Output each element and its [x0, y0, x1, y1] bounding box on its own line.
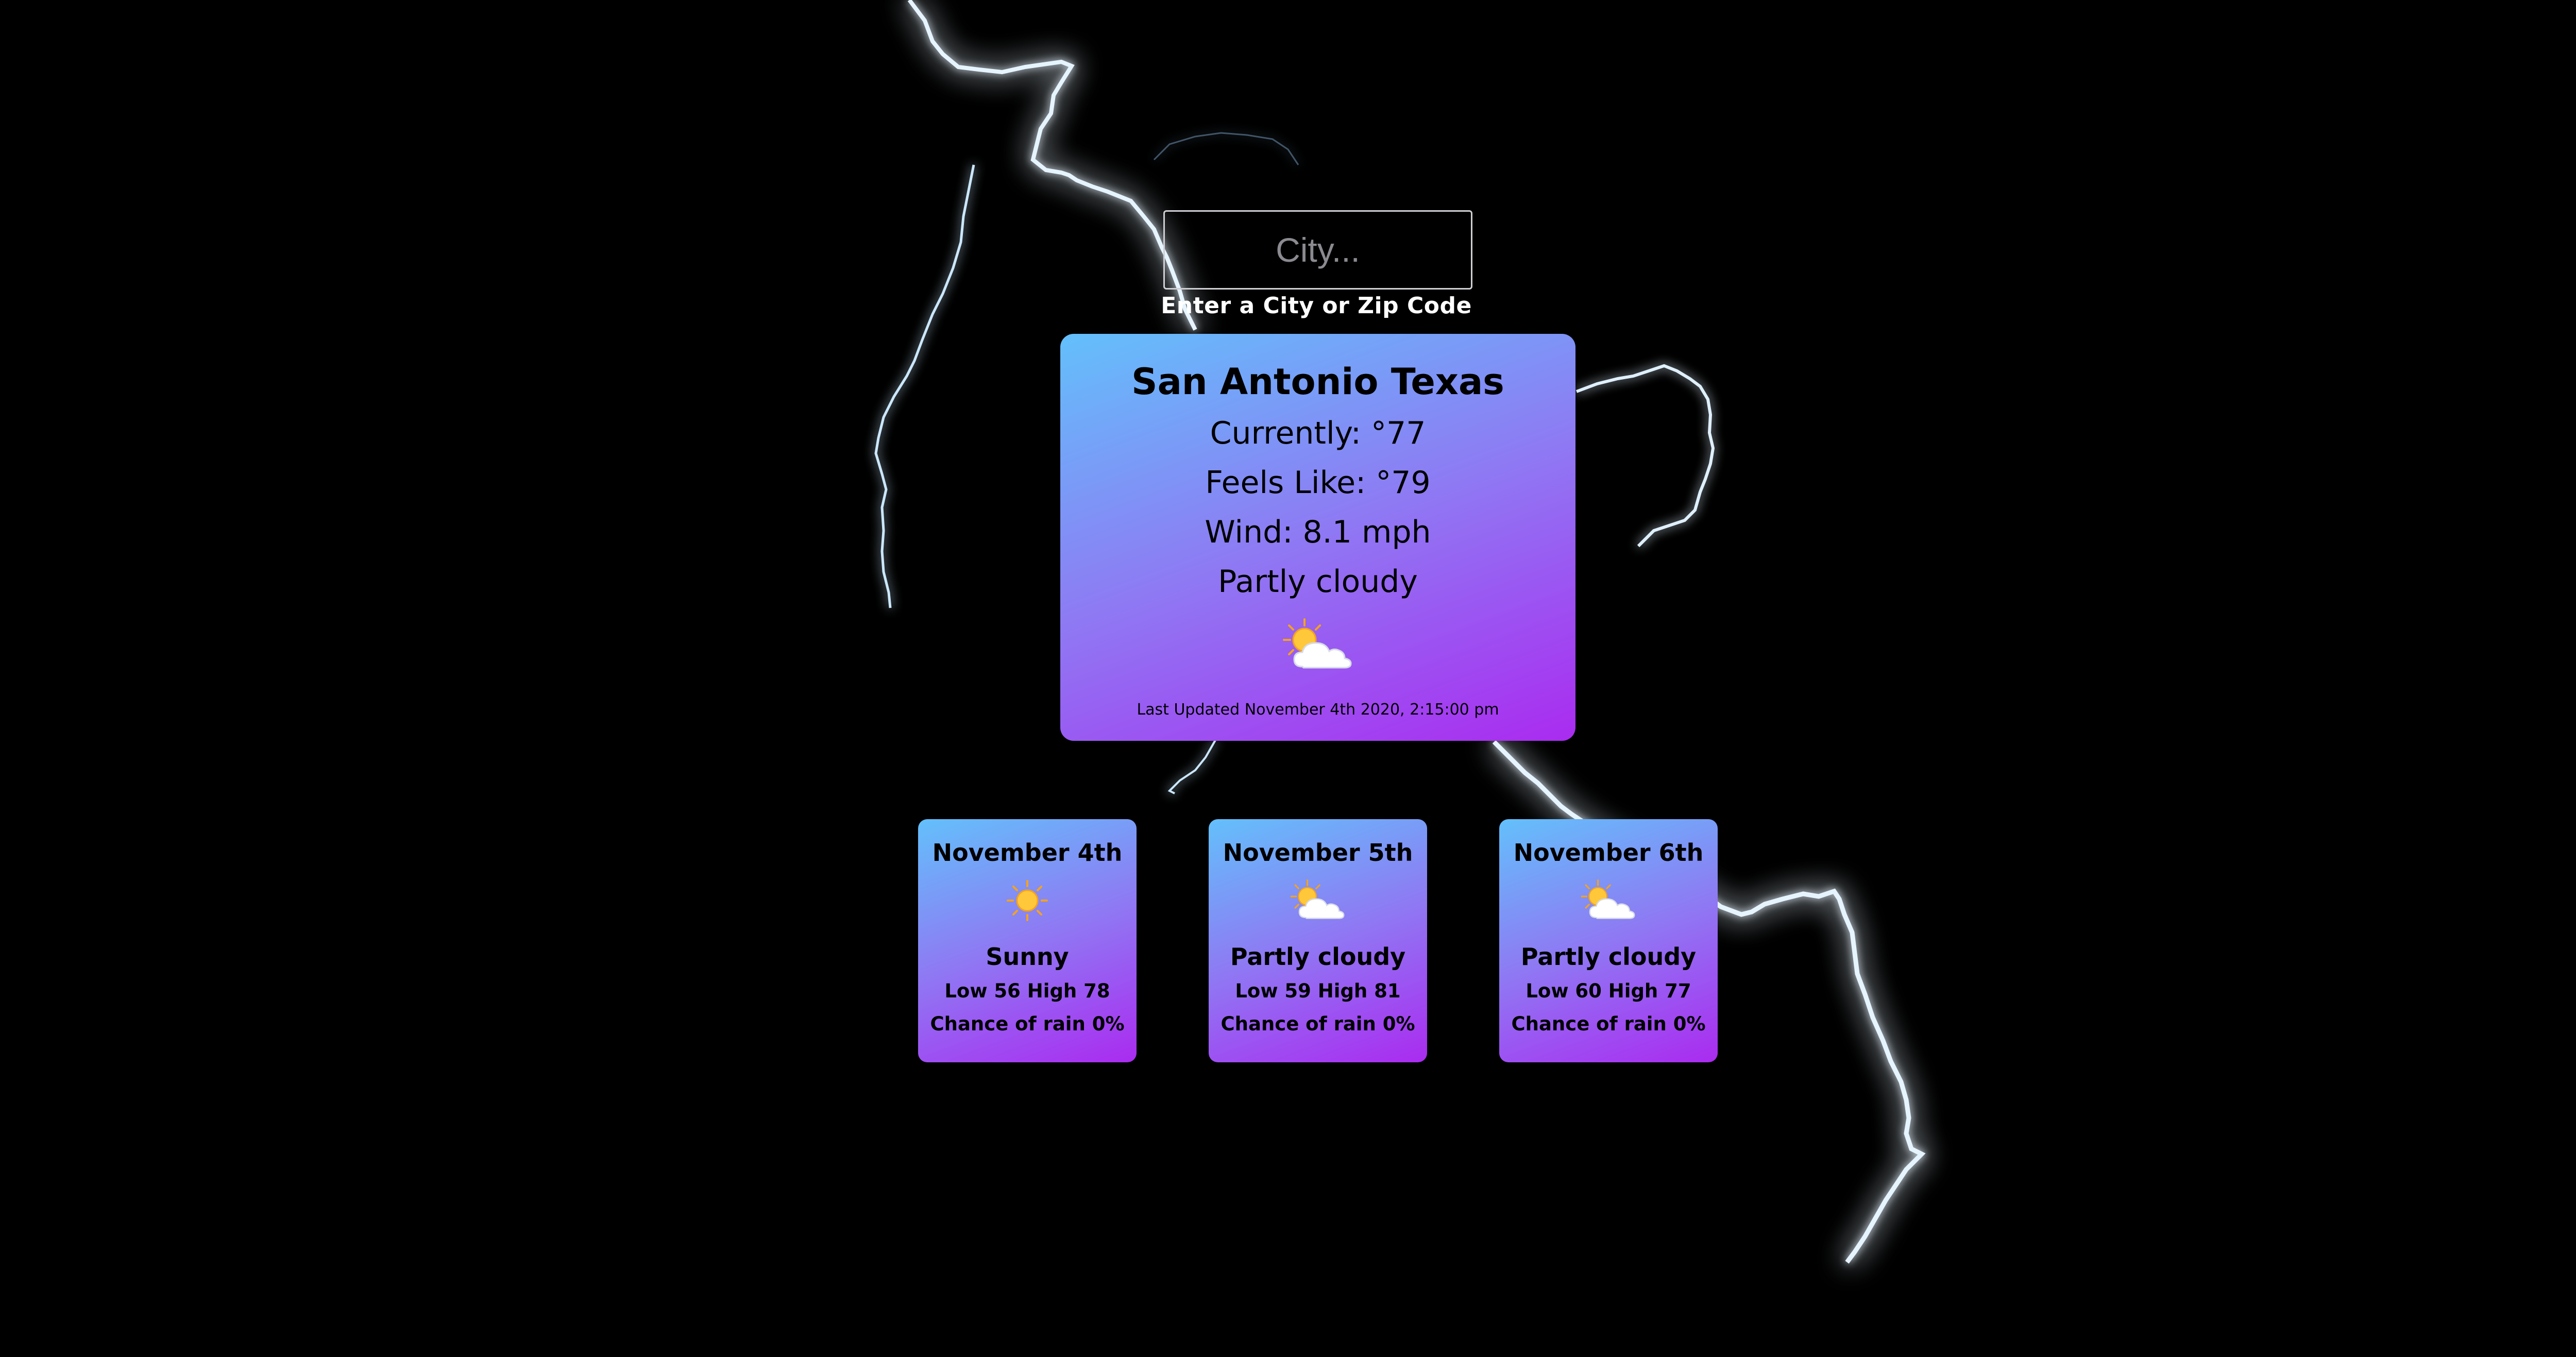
- current-weather-card: San Antonio Texas Currently: °77 Feels L…: [1060, 334, 1575, 741]
- forecast-low-high: Low 60 High 77: [1526, 980, 1691, 1002]
- forecast-rain-chance: Chance of rain 0%: [930, 1013, 1125, 1035]
- last-updated-timestamp: Last Updated November 4th 2020, 2:15:00 …: [1137, 701, 1499, 719]
- partly-cloudy-icon: [1290, 879, 1345, 919]
- forecast-low-high: Low 59 High 81: [1235, 980, 1401, 1002]
- forecast-card: November 4th Sunny Low 56 High 78 Chance…: [918, 819, 1137, 1062]
- search-hint-label: Enter a City or Zip Code: [1161, 293, 1472, 319]
- forecast-card: November 6th Partly cloudy Low 60 High 7…: [1499, 819, 1718, 1062]
- forecast-condition: Partly cloudy: [1520, 943, 1697, 971]
- forecast-rain-chance: Chance of rain 0%: [1511, 1013, 1706, 1035]
- search-container: [1163, 210, 1472, 290]
- forecast-rain-chance: Chance of rain 0%: [1221, 1013, 1415, 1035]
- partly-cloudy-icon: [1283, 618, 1352, 669]
- wind-speed: Wind: 8.1 mph: [1205, 514, 1431, 550]
- partly-cloudy-icon: [1581, 879, 1635, 919]
- forecast-date: November 5th: [1223, 839, 1413, 867]
- forecast-date: November 6th: [1513, 839, 1704, 867]
- current-temperature: Currently: °77: [1210, 415, 1426, 451]
- forecast-date: November 4th: [932, 839, 1123, 867]
- forecast-condition: Sunny: [986, 943, 1069, 971]
- forecast-condition: Partly cloudy: [1230, 943, 1406, 971]
- location-title: San Antonio Texas: [1131, 361, 1504, 403]
- forecast-low-high: Low 56 High 78: [944, 980, 1110, 1002]
- sun-icon: [1007, 880, 1048, 921]
- feels-like-temperature: Feels Like: °79: [1205, 465, 1431, 501]
- forecast-card: November 5th Partly cloudy Low 59 High 8…: [1209, 819, 1427, 1062]
- city-search-input[interactable]: [1163, 210, 1472, 290]
- current-condition: Partly cloudy: [1218, 564, 1418, 600]
